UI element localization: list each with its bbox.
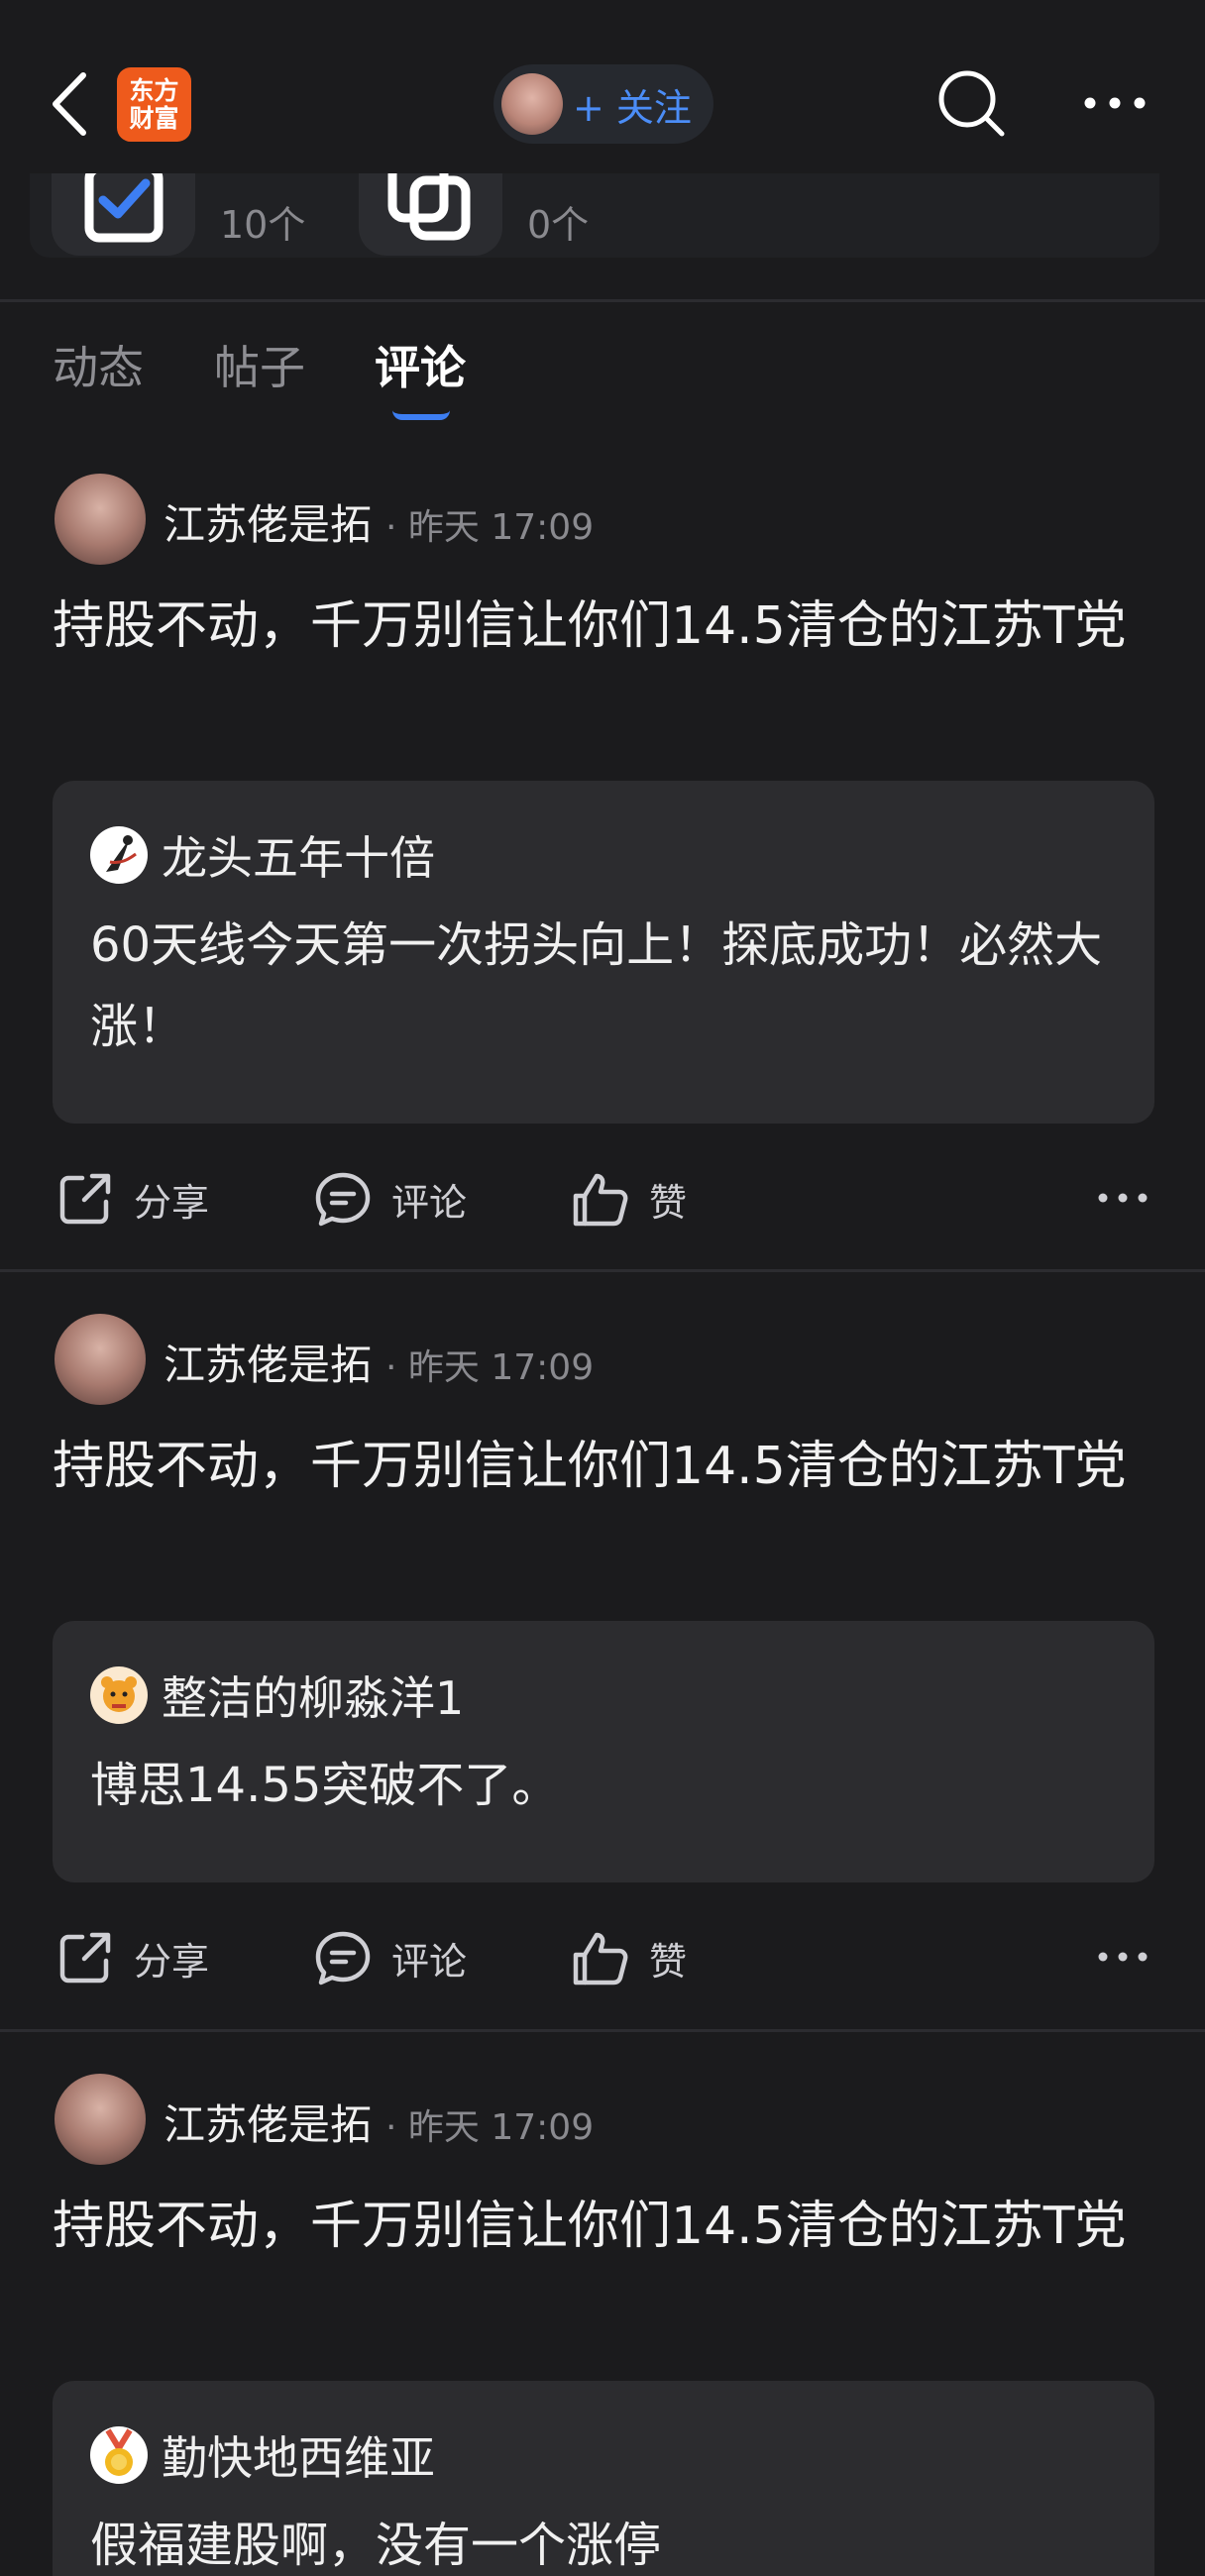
comment-label: 评论 (391, 1939, 468, 1984)
comment-label: 评论 (391, 1180, 468, 1225)
ink-figure-icon (106, 835, 137, 872)
more-options-button[interactable] (1080, 83, 1150, 123)
avatar[interactable] (55, 2074, 146, 2165)
comment-actions: 分享 评论 赞 (0, 1159, 1205, 1238)
more-icon (1084, 97, 1146, 109)
search-button[interactable] (935, 67, 1009, 141)
more-icon (1098, 1193, 1148, 1203)
comment-more-button[interactable] (1095, 1942, 1150, 1972)
tab-posts[interactable]: 帖子 (214, 332, 305, 397)
back-button[interactable] (48, 69, 97, 139)
comment-time: · 昨天 17:09 (385, 1347, 595, 1388)
medal-icon (105, 2428, 133, 2476)
avatar (501, 73, 563, 135)
comment-card[interactable]: 江苏佬是拓 · 昨天 17:09 持股不动，千万别信让你们14.5清仓的江苏T党 … (0, 1314, 1205, 2047)
quoted-post[interactable]: 龙头五年十倍 60天线今天第一次拐头向上！探底成功！必然大涨！ (53, 781, 1154, 1124)
comment-button[interactable]: 评论 (312, 1159, 467, 1238)
share-icon (59, 1932, 111, 1984)
comment-text: 持股不动，千万别信让你们14.5清仓的江苏T党 (53, 2197, 1127, 2256)
comment-card[interactable]: 江苏佬是拓 · 昨天 17:09 持股不动，千万别信让你们14.5清仓的江苏T党 … (0, 2074, 1205, 2576)
follow-label: + 关注 (573, 85, 692, 130)
app-logo-line2: 财富 (129, 103, 179, 133)
top-bar: 东方 财富 + 关注 (0, 0, 1205, 173)
share-icon (59, 1173, 111, 1225)
comment-author[interactable]: 江苏佬是拓 (164, 500, 372, 549)
avatar (90, 826, 148, 884)
thumbs-up-icon (573, 1932, 628, 1986)
like-label: 赞 (649, 1180, 688, 1225)
avatar[interactable] (55, 1314, 146, 1405)
quoted-author[interactable]: 整洁的柳淼洋1 (162, 1663, 464, 1728)
avatar[interactable] (55, 474, 146, 565)
share-button[interactable]: 分享 (55, 1159, 209, 1238)
divider (0, 299, 1205, 302)
like-button[interactable]: 赞 (570, 1918, 687, 1997)
comment-text: 持股不动，千万别信让你们14.5清仓的江苏T党 (53, 596, 1127, 656)
stat-count-1: 10个 (220, 203, 306, 247)
comment-header: 江苏佬是拓 · 昨天 17:09 (164, 2092, 594, 2152)
tab-comments[interactable]: 评论 (375, 332, 466, 397)
avatar (90, 2426, 148, 2484)
tab-active-indicator (392, 410, 450, 420)
share-button[interactable]: 分享 (55, 1918, 209, 1997)
comment-author[interactable]: 江苏佬是拓 (164, 1341, 372, 1389)
share-label: 分享 (134, 1180, 210, 1225)
profile-comments-page: 10个 0个 东方 财富 + 关注 动态 帖子 评论 江苏佬是拓 · 昨天 17… (0, 0, 1205, 2576)
quoted-post[interactable]: 整洁的柳淼洋1 博思14.55突破不了。 (53, 1621, 1154, 1882)
comment-text: 持股不动，千万别信让你们14.5清仓的江苏T党 (53, 1437, 1127, 1496)
comment-bubble-icon (315, 1931, 371, 1986)
quoted-text: 60天线今天第一次拐头向上！探底成功！必然大涨！ (90, 917, 1103, 1054)
comment-bubble-icon (315, 1172, 371, 1227)
app-logo[interactable]: 东方 财富 (117, 67, 191, 142)
divider (0, 1269, 1205, 1272)
share-label: 分享 (134, 1939, 210, 1984)
quoted-text: 假福建股啊，没有一个涨停 (90, 2518, 662, 2573)
thumbs-up-icon (573, 1173, 628, 1227)
search-icon (938, 70, 1005, 137)
like-button[interactable]: 赞 (570, 1159, 687, 1238)
comment-card[interactable]: 江苏佬是拓 · 昨天 17:09 持股不动，千万别信让你们14.5清仓的江苏T党 … (0, 474, 1205, 1266)
comment-time: · 昨天 17:09 (385, 507, 595, 548)
quoted-text: 博思14.55突破不了。 (90, 1758, 560, 1813)
quoted-author[interactable]: 龙头五年十倍 (162, 822, 435, 888)
follow-button[interactable]: + 关注 (493, 64, 713, 144)
divider (0, 2029, 1205, 2032)
comment-header: 江苏佬是拓 · 昨天 17:09 (164, 491, 594, 552)
more-icon (1098, 1952, 1148, 1962)
quoted-post[interactable]: 勤快地西维亚 假福建股啊，没有一个涨停 (53, 2381, 1154, 2576)
avatar (90, 1666, 148, 1724)
tiger-icon (101, 1676, 137, 1712)
tab-dynamics[interactable]: 动态 (53, 332, 144, 397)
comment-button[interactable]: 评论 (312, 1918, 467, 1997)
chevron-left-icon (53, 72, 86, 136)
comment-actions: 分享 评论 赞 (0, 1918, 1205, 1997)
comment-time: · 昨天 17:09 (385, 2107, 595, 2148)
stat-count-2: 0个 (527, 203, 590, 247)
app-logo-line1: 东方 (129, 75, 179, 105)
quoted-author[interactable]: 勤快地西维亚 (162, 2422, 435, 2488)
comment-more-button[interactable] (1095, 1183, 1150, 1213)
like-label: 赞 (649, 1939, 688, 1984)
comment-header: 江苏佬是拓 · 昨天 17:09 (164, 1332, 594, 1392)
comment-author[interactable]: 江苏佬是拓 (164, 2100, 372, 2149)
